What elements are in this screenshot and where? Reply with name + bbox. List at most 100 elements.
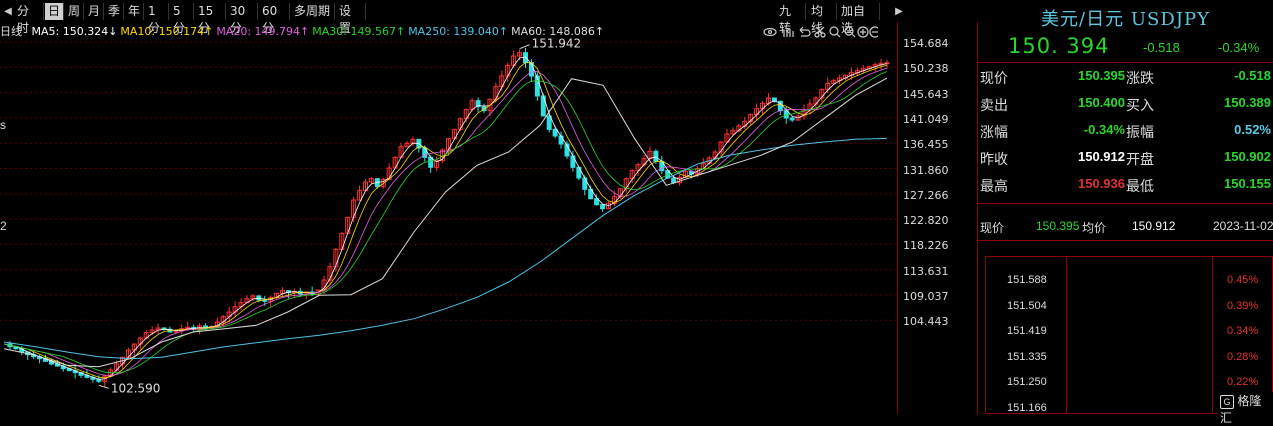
scissors-icon[interactable] [814, 26, 826, 38]
quote-value: 150.902 [1224, 149, 1271, 164]
chart-tools [763, 25, 881, 44]
depth-price: 151.504 [1007, 299, 1047, 312]
price-chart[interactable]: 151.942102.590 [0, 22, 977, 414]
period-tab-2[interactable]: 周 [65, 3, 84, 20]
quote-value: 150.389 [1224, 95, 1271, 110]
period-tab-10[interactable]: 60分 [259, 3, 290, 35]
y-tick-label: 145.643 [903, 87, 949, 101]
period-tab-11[interactable]: 多周期 [291, 3, 335, 20]
quote-value: 150.155 [1224, 176, 1271, 191]
period-tab-4[interactable]: 季 [105, 3, 124, 20]
ma5-line [3, 56, 888, 380]
tool-1[interactable]: 均线 [808, 3, 837, 35]
instrument-title: 美元/日元 USDJPY [1041, 9, 1210, 30]
low-annotation: 102.590 [111, 381, 161, 395]
quote-value: 150.936 [1078, 176, 1125, 191]
undo-icon[interactable] [799, 26, 811, 37]
left-mark-1: s [0, 118, 6, 132]
intraday-depth-chart: 151.588 0.45% 151.504 0.39% 151.419 0.34% 151.… [985, 256, 1273, 414]
ma-value-0: MA5: 150.324↓ [31, 25, 118, 38]
ma-value-5: MA60: 148.086↑ [511, 25, 605, 38]
quote-date: 2023-11-02 [1213, 219, 1273, 233]
brand-logo: G 格隆汇 [1218, 392, 1273, 426]
y-tick-label: 104.443 [903, 315, 949, 329]
y-tick-label: 118.226 [903, 239, 949, 253]
plus-icon[interactable] [857, 26, 869, 38]
candle-body [552, 128, 558, 137]
ma-value-4: MA250: 139.040↑ [408, 25, 509, 38]
ma250-line [3, 137, 888, 360]
zoom-in-icon[interactable] [829, 26, 841, 38]
logo-g-icon: G [1220, 394, 1234, 409]
period-tab-8[interactable]: 15分 [195, 3, 226, 35]
candle-body [789, 117, 795, 121]
y-tick-label: 113.631 [903, 264, 949, 278]
period-tab-9[interactable]: 30分 [227, 3, 258, 35]
left-mark-2: 2 [0, 219, 7, 233]
divider [978, 240, 1273, 241]
depth-pct: 0.22% [1227, 376, 1259, 388]
period-tab-7[interactable]: 5分 [170, 3, 194, 35]
quote-label: 现价 [980, 71, 1008, 87]
quote-label: 卖出 [980, 98, 1008, 114]
quote-value: 0.52% [1234, 122, 1271, 137]
quote-label: 涨幅 [980, 125, 1008, 141]
quote-label: 振幅 [1126, 125, 1154, 141]
quote-value: 150.395 [1078, 68, 1125, 83]
depth-pct: 0.39% [1227, 299, 1259, 312]
eye-icon[interactable] [763, 27, 777, 37]
candle-body [558, 135, 564, 145]
depth-pct: 0.28% [1227, 350, 1259, 363]
y-tick-label: 141.049 [903, 112, 949, 126]
price-change: -0.518 [1143, 40, 1180, 55]
low-pointer [98, 384, 109, 389]
now-value: 150.395 [1036, 219, 1080, 233]
depth-price: 151.250 [1007, 376, 1047, 388]
ma60-line [3, 77, 888, 368]
period-label: 日线 [0, 25, 22, 38]
zoom-out-icon[interactable] [844, 26, 856, 38]
period-toolbar: ◀ 分时日周月季年 1分 5分 15分 30分 60分 多周期 设置 九转 均线 加自选 ▶ [0, 0, 905, 35]
period-tab-3[interactable]: 月 [85, 3, 104, 20]
quote-value: -0.518 [1234, 68, 1271, 83]
quote-label: 涨跌 [1126, 71, 1154, 87]
depth-price: 151.166 [1007, 401, 1047, 414]
ma-value-2: MA20: 149.794↑ [216, 25, 310, 38]
y-tick-label: 136.455 [903, 138, 949, 152]
divider [978, 203, 1273, 204]
divider [978, 62, 1273, 63]
period-tab-1[interactable]: 日 [45, 3, 64, 20]
high-pointer [519, 44, 530, 50]
quote-value: 150.400 [1078, 95, 1125, 110]
quote-value: 150.912 [1078, 149, 1125, 164]
depth-pct: 0.45% [1227, 274, 1259, 286]
period-tab-5[interactable]: 年 [125, 3, 144, 20]
avg-value: 150.912 [1132, 219, 1176, 233]
y-tick-label: 122.820 [903, 214, 949, 228]
candle-body [671, 177, 677, 184]
y-tick-label: 154.684 [903, 37, 949, 50]
hand-icon[interactable] [783, 28, 794, 37]
ma-value-1: MA10: 150.174↑ [120, 25, 214, 38]
quote-value: -0.34% [1083, 122, 1125, 137]
depth-price: 151.335 [1007, 350, 1047, 363]
candle-body [653, 150, 659, 162]
depth-price: 151.419 [1007, 325, 1047, 337]
price-change-pct: -0.34% [1218, 40, 1260, 55]
period-tab-0[interactable]: 分时 [14, 3, 44, 35]
y-tick-label: 109.037 [903, 290, 949, 303]
tool-0[interactable]: 九转 [776, 3, 806, 35]
depth-price: 151.588 [1007, 274, 1047, 286]
scroll-left-arrow-icon[interactable]: ◀ [2, 3, 14, 20]
indicator-legend: 日线 MA5: 150.324↓ MA10: 150.174↑ MA20: 149.… [0, 24, 610, 39]
tool-2[interactable]: 加自选 [838, 3, 880, 35]
minus-icon[interactable] [869, 26, 881, 38]
period-tab-12[interactable]: 设置 [336, 3, 366, 35]
scroll-right-arrow-icon[interactable]: ▶ [893, 3, 905, 20]
candle-body [600, 204, 606, 210]
period-tab-6[interactable]: 1分 [145, 3, 169, 35]
quote-label: 买入 [1126, 98, 1154, 114]
quote-label: 昨收 [980, 152, 1008, 168]
depth-pct: 0.34% [1227, 325, 1259, 337]
avg-label: 均价 [1082, 221, 1107, 235]
